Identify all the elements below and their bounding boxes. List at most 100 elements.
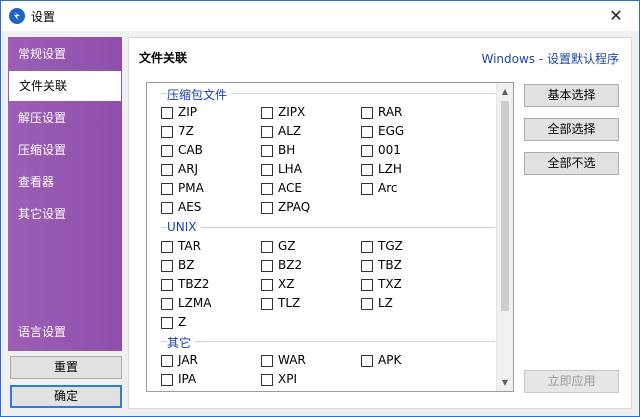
checkbox-ace[interactable]: ACE [261, 181, 351, 197]
checkbox-box[interactable] [161, 355, 173, 367]
checkbox-z[interactable]: Z [161, 315, 251, 331]
checkbox-tbz[interactable]: TBZ [361, 258, 451, 274]
checkbox-gz[interactable]: GZ [261, 239, 351, 255]
checkbox-arj[interactable]: ARJ [161, 162, 251, 178]
select-all-button[interactable]: 全部选择 [524, 118, 619, 141]
checkbox-box[interactable] [161, 164, 173, 176]
checkbox-apk[interactable]: APK [361, 353, 451, 369]
vertical-scrollbar[interactable]: ▲ ▼ [496, 83, 513, 391]
checkbox-ipa[interactable]: IPA [161, 372, 251, 388]
checkbox-box[interactable] [361, 145, 373, 157]
checkbox-box[interactable] [361, 279, 373, 291]
checkbox-jar[interactable]: JAR [161, 353, 251, 369]
sidebar-item-extract[interactable]: 解压设置 [8, 103, 122, 133]
checkbox-label: APK [378, 353, 402, 367]
scroll-up-icon[interactable]: ▲ [497, 83, 513, 100]
checkbox-egg[interactable]: EGG [361, 124, 451, 140]
sidebar-item-viewer[interactable]: 查看器 [8, 167, 122, 197]
checkbox-tlz[interactable]: TLZ [261, 296, 351, 312]
checkbox-box[interactable] [361, 183, 373, 195]
checkbox-box[interactable] [261, 298, 273, 310]
checkbox-box[interactable] [261, 202, 273, 214]
checkbox-bz[interactable]: BZ [161, 258, 251, 274]
checkbox-zip[interactable]: ZIP [161, 105, 251, 121]
checkbox-tar[interactable]: TAR [161, 239, 251, 255]
checkbox-box[interactable] [261, 279, 273, 291]
ok-button[interactable]: 确定 [10, 385, 122, 408]
sidebar: 常规设置 文件关联 解压设置 压缩设置 查看器 其它设置 语言设置 [8, 37, 122, 351]
sidebar-item-file-association[interactable]: 文件关联 [9, 71, 121, 101]
apply-button[interactable]: 立即应用 [524, 370, 619, 393]
window-title: 设置 [31, 10, 56, 24]
checkbox-box[interactable] [361, 164, 373, 176]
checkbox-label: WAR [278, 353, 306, 367]
checkbox-box[interactable] [361, 355, 373, 367]
default-programs-link[interactable]: Windows - 设置默认程序 [481, 50, 619, 67]
scroll-thumb[interactable] [501, 101, 509, 311]
checkbox-box[interactable] [161, 374, 173, 386]
checkbox-label: LZMA [178, 296, 212, 310]
checkbox-box[interactable] [261, 164, 273, 176]
checkbox-arc[interactable]: Arc [361, 181, 451, 197]
scroll-down-icon[interactable]: ▼ [497, 374, 513, 391]
checkbox-tgz[interactable]: TGZ [361, 239, 451, 255]
checkbox-box[interactable] [261, 260, 273, 272]
sidebar-item-compress[interactable]: 压缩设置 [8, 135, 122, 165]
checkbox-box[interactable] [161, 279, 173, 291]
sidebar-item-other[interactable]: 其它设置 [8, 199, 122, 229]
close-icon[interactable]: ✕ [593, 1, 639, 31]
checkbox-lzh[interactable]: LZH [361, 162, 451, 178]
checkbox-xpi[interactable]: XPI [261, 372, 351, 388]
checkbox-box[interactable] [361, 260, 373, 272]
checkbox-box[interactable] [161, 107, 173, 119]
checkbox-war[interactable]: WAR [261, 353, 351, 369]
checkbox-box[interactable] [161, 317, 173, 329]
checkbox-box[interactable] [361, 298, 373, 310]
sidebar-item-general[interactable]: 常规设置 [8, 39, 122, 69]
group-divider [161, 341, 495, 342]
checkbox-txz[interactable]: TXZ [361, 277, 451, 293]
checkbox-box[interactable] [161, 145, 173, 157]
basic-select-button[interactable]: 基本选择 [524, 84, 619, 107]
checkbox-label: BH [278, 143, 296, 157]
checkbox-box[interactable] [361, 126, 373, 138]
checkbox-box[interactable] [161, 126, 173, 138]
checkbox-cab[interactable]: CAB [161, 143, 251, 159]
checkbox-box[interactable] [261, 355, 273, 367]
checkbox-bz2[interactable]: BZ2 [261, 258, 351, 274]
reset-button[interactable]: 重置 [10, 356, 122, 379]
checkbox-lz[interactable]: LZ [361, 296, 451, 312]
checkbox-001[interactable]: 001 [361, 143, 451, 159]
checkbox-xz[interactable]: XZ [261, 277, 351, 293]
checkbox-box[interactable] [261, 374, 273, 386]
checkbox-box[interactable] [161, 202, 173, 214]
checkbox-rar[interactable]: RAR [361, 105, 451, 121]
checkbox-lha[interactable]: LHA [261, 162, 351, 178]
checkbox-zpaq[interactable]: ZPAQ [261, 200, 351, 216]
checkbox-7z[interactable]: 7Z [161, 124, 251, 140]
checkbox-box[interactable] [261, 126, 273, 138]
sidebar-item-language[interactable]: 语言设置 [8, 317, 122, 347]
checkbox-box[interactable] [161, 183, 173, 195]
checkbox-label: EGG [378, 124, 405, 138]
checkbox-box[interactable] [261, 107, 273, 119]
checkbox-label: BZ [178, 258, 195, 272]
checkbox-box[interactable] [161, 260, 173, 272]
checkbox-box[interactable] [161, 241, 173, 253]
select-none-button[interactable]: 全部不选 [524, 152, 619, 175]
checkbox-box[interactable] [361, 241, 373, 253]
checkbox-lzma[interactable]: LZMA [161, 296, 251, 312]
checkbox-alz[interactable]: ALZ [261, 124, 351, 140]
checkbox-box[interactable] [261, 183, 273, 195]
checkbox-box[interactable] [261, 241, 273, 253]
checkbox-aes[interactable]: AES [161, 200, 251, 216]
checkbox-zipx[interactable]: ZIPX [261, 105, 351, 121]
checkbox-pma[interactable]: PMA [161, 181, 251, 197]
checkbox-box[interactable] [161, 298, 173, 310]
checkbox-bh[interactable]: BH [261, 143, 351, 159]
checkbox-label: TBZ [378, 258, 402, 272]
checkbox-box[interactable] [361, 107, 373, 119]
checkbox-box[interactable] [261, 145, 273, 157]
checkbox-tbz2[interactable]: TBZ2 [161, 277, 251, 293]
checkbox-label: XZ [278, 277, 295, 291]
